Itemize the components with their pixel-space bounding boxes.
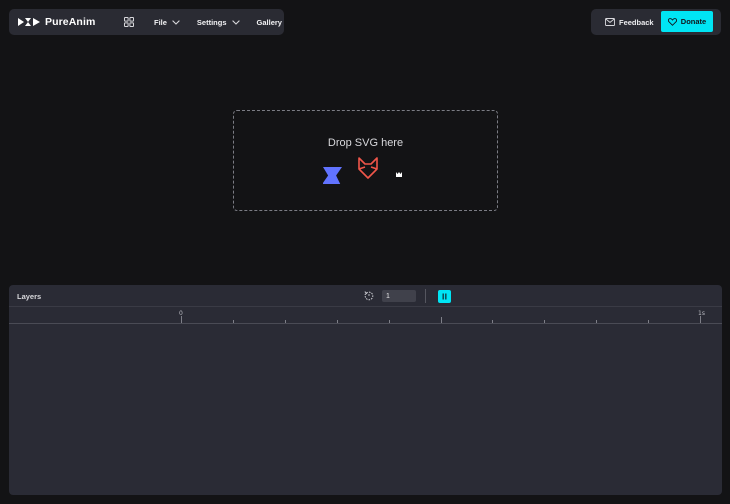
top-actions-bar: Feedback Donate xyxy=(591,9,721,35)
timeline-ruler[interactable]: 0 1s xyxy=(9,307,722,324)
chevron-down-icon xyxy=(172,19,180,25)
svg-drop-zone[interactable]: Drop SVG here xyxy=(233,110,498,211)
crown-icon xyxy=(396,172,402,177)
feedback-button[interactable]: Feedback xyxy=(605,18,654,27)
logo-icon xyxy=(18,18,40,26)
ruler-tick xyxy=(492,320,493,323)
mail-icon xyxy=(605,18,615,26)
timeline-header: Layers xyxy=(9,285,722,307)
app-logo[interactable]: PureAnim xyxy=(18,16,120,28)
file-menu[interactable]: File xyxy=(154,18,180,27)
settings-menu-label: Settings xyxy=(196,17,227,27)
header-divider xyxy=(425,289,426,303)
ruler-tick xyxy=(648,320,649,323)
feedback-label: Feedback xyxy=(619,17,654,27)
grid-icon xyxy=(124,17,134,27)
gallery-label: Gallery xyxy=(256,17,282,27)
ruler-tick xyxy=(441,317,442,323)
gallery-link[interactable]: Gallery xyxy=(257,18,282,27)
file-menu-label: File xyxy=(154,17,167,27)
ruler-tick xyxy=(285,320,286,323)
fox-outline-icon xyxy=(358,157,378,179)
layers-title: Layers xyxy=(17,292,42,301)
layers-track-area[interactable] xyxy=(9,325,722,495)
donate-label: Donate xyxy=(680,17,707,26)
star-shape-icon xyxy=(323,167,342,184)
timeline-panel: Layers 0 1s xyxy=(9,285,722,495)
ruler-tick xyxy=(233,320,234,323)
restart-icon[interactable] xyxy=(363,290,375,302)
top-nav-bar: PureAnim File Settings Gallery xyxy=(9,9,284,35)
playback-speed-input[interactable] xyxy=(382,290,416,302)
donate-button[interactable]: Donate xyxy=(661,11,713,32)
pause-icon xyxy=(442,293,447,300)
ruler-tick xyxy=(544,320,545,323)
apps-grid-button[interactable] xyxy=(120,13,138,31)
ruler-tick xyxy=(596,320,597,323)
ruler-tick xyxy=(181,316,182,323)
ruler-tick xyxy=(700,316,701,323)
heart-icon xyxy=(667,17,677,26)
ruler-tick xyxy=(389,320,390,323)
chevron-down-icon xyxy=(231,19,240,25)
app-name: PureAnim xyxy=(45,16,96,28)
drop-zone-label: Drop SVG here xyxy=(327,137,404,149)
settings-menu[interactable]: Settings xyxy=(197,18,240,27)
ruler-tick xyxy=(337,320,338,323)
pause-button[interactable] xyxy=(438,290,451,303)
